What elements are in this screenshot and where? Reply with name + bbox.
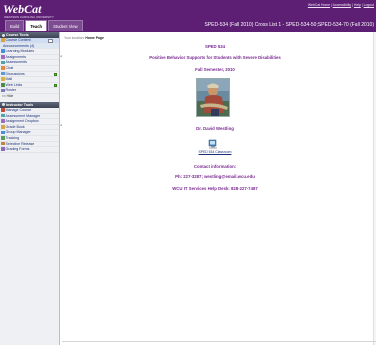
tab-student-view[interactable]: Student View xyxy=(48,20,83,31)
sidebar-item-label: Grading Forms xyxy=(5,147,30,152)
divider xyxy=(62,341,376,342)
sidebar-item-label: Mail xyxy=(5,77,13,82)
sidebar-item-label: Roster xyxy=(5,88,17,93)
webcat-home-link[interactable]: WebCat Home xyxy=(308,3,330,7)
sidebar-item-grading-forms[interactable]: Grading Forms xyxy=(0,147,59,153)
semester: Fall Semester, 2010 xyxy=(195,67,235,72)
sidebar-item-label: Manage Course xyxy=(5,107,32,112)
webcat-logo: WebCat xyxy=(3,2,42,16)
sidebar-item-label: Tracking xyxy=(5,135,20,140)
course-name: Positive Behavior Supports for Students … xyxy=(149,55,281,60)
contact-heading: Contact information: xyxy=(193,164,237,169)
sidebar-item-label: Assignment Dropbox xyxy=(5,119,39,124)
sidebar-item-label: Chat xyxy=(5,65,14,70)
forms-icon xyxy=(1,147,5,151)
instructor-tools-list: Manage Course Assessment Manager Assignmen… xyxy=(0,108,59,153)
top-banner: WebCat WESTERN CAROLINA UNIVERSITY WebCa… xyxy=(0,0,376,32)
sidebar-item-label: Assessment Manager xyxy=(5,113,41,118)
tab-build[interactable]: Build xyxy=(5,20,25,31)
discussions-icon xyxy=(1,71,5,76)
course-title: SPED-534 (Fall 2010) Cross List 1 - SPED… xyxy=(204,22,374,28)
logo-subtitle: WESTERN CAROLINA UNIVERSITY xyxy=(4,15,54,19)
course-tools-list: Course Content Announcements (4) Learning … xyxy=(0,38,59,94)
sidebar-item-label: Learning Modules xyxy=(5,49,35,54)
assignments-icon xyxy=(1,55,5,59)
sidebar: Course Tools Course Content Announcements… xyxy=(0,32,60,345)
new-item-icon xyxy=(54,83,57,87)
dropdown-icon[interactable] xyxy=(48,38,53,43)
dropbox-icon xyxy=(1,119,5,123)
breadcrumb: Your location: Home Page xyxy=(64,36,104,40)
group-icon xyxy=(1,130,5,135)
roster-icon xyxy=(1,88,5,93)
help-link[interactable]: Help xyxy=(354,3,361,7)
modules-icon xyxy=(1,49,5,53)
computer-icon[interactable] xyxy=(208,139,218,149)
logout-link[interactable]: Logout xyxy=(364,3,374,7)
instructor-photo xyxy=(196,78,230,117)
sidebar-item-label: Assignments xyxy=(5,54,27,59)
top-links: WebCat Home | Accessibility | Help | Log… xyxy=(307,3,374,7)
release-icon xyxy=(1,141,5,146)
manage-icon xyxy=(1,108,5,112)
helpdesk-info: WCU IT Services Help Desk: 828-227-7487 xyxy=(172,186,258,191)
view-tabs: Build Teach Student View xyxy=(5,20,83,31)
assessments-icon xyxy=(1,60,5,65)
course-code: SPED 534 xyxy=(204,44,226,49)
folder-icon xyxy=(1,38,5,42)
tracking-icon xyxy=(1,136,5,140)
sidebar-item-label: Announcements (4) xyxy=(3,43,35,48)
contact-phone: Ph: 227-3287; westling@email.wcu.edu xyxy=(175,174,255,179)
sidebar-item-roster[interactable]: Roster xyxy=(0,88,59,94)
collapse-icon xyxy=(2,103,5,107)
new-item-icon xyxy=(54,72,57,76)
sidebar-item-label: Discussions xyxy=(5,71,25,76)
sidebar-item-label: Selective Release xyxy=(5,141,35,146)
assessment-manager-icon xyxy=(1,113,5,118)
classroom-link[interactable]: SPED 534 Classroom xyxy=(62,150,368,154)
location-value: Home Page xyxy=(85,36,104,40)
sidebar-item-label: Assessments xyxy=(5,60,27,65)
tab-teach[interactable]: Teach xyxy=(25,20,48,31)
sidebar-item-label: Web Links xyxy=(5,82,23,87)
instructor-name: Dr. David Westling xyxy=(196,126,234,131)
accessibility-link[interactable]: Accessibility xyxy=(333,3,351,7)
chat-icon xyxy=(1,66,5,70)
weblinks-icon xyxy=(1,83,5,87)
gradebook-icon xyxy=(1,125,5,129)
sidebar-item-label: Grade Book xyxy=(5,124,25,129)
collapse-icon xyxy=(2,33,5,37)
sidebar-item-label: Course Content xyxy=(5,38,31,42)
mail-icon xyxy=(1,77,5,81)
sidebar-item-label: Group Manager xyxy=(5,130,31,135)
